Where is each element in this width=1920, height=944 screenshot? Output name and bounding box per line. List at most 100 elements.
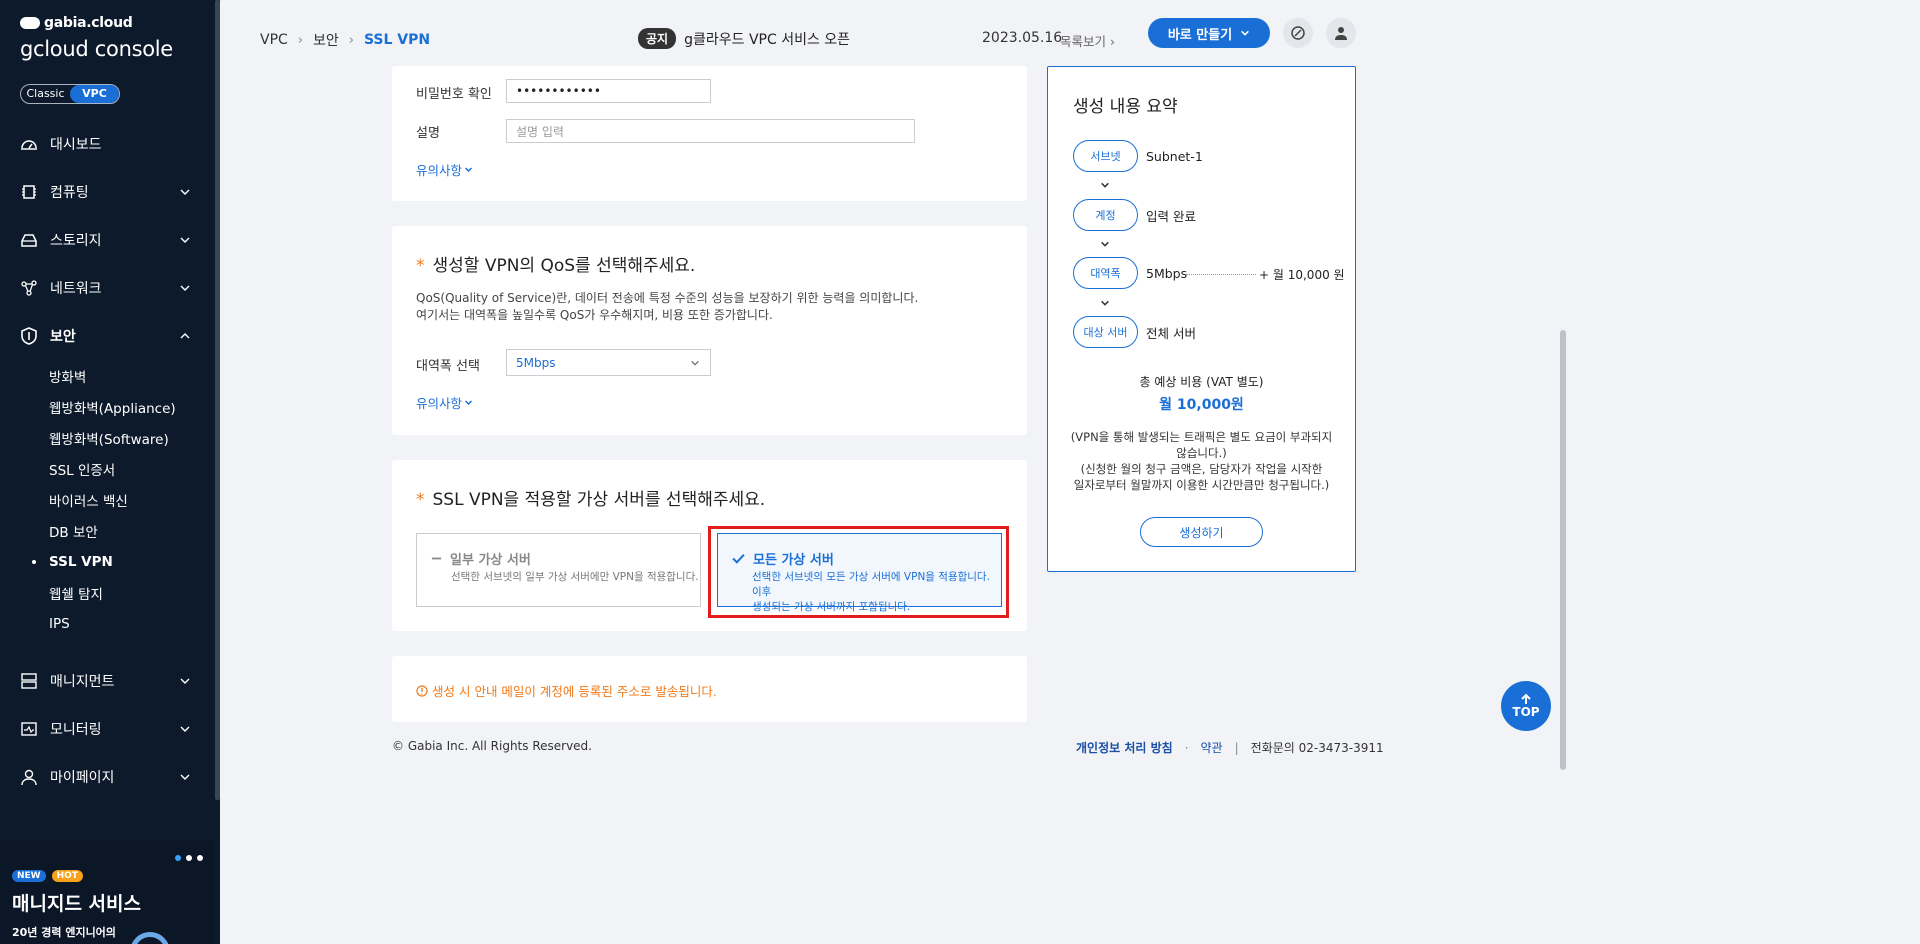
sidebar-item-computing[interactable]: 컴퓨팅 [0,168,215,216]
scrollbar-thumb[interactable] [1560,330,1566,770]
toggle-vpc[interactable]: VPC [70,85,119,103]
total-cost-label: 총 예상 비용 (VAT 별도) [1139,375,1264,389]
footer-links: 개인정보 처리 방침 · 약관 | 전화문의 02-3473-3911 [1076,739,1384,756]
terms-link[interactable]: 약관 [1201,739,1223,756]
brand-small-text: gabia.cloud [44,15,133,31]
breadcrumb: VPC › 보안 › SSL VPN [260,30,430,50]
security-submenu: 방화벽 웹방화벽(Appliance) 웹방화벽(Software) SSL 인… [0,360,215,639]
notice-text[interactable]: g클라우드 VPC 서비스 오픈 [684,29,850,49]
toggle-classic[interactable]: Classic [21,85,70,103]
sidebar-subitem-waf-appliance[interactable]: 웹방화벽(Appliance) [49,391,215,422]
sidebar-item-label: 보안 [50,329,76,345]
create-button[interactable]: 생성하기 [1140,517,1263,547]
summary-title: 생성 내용 요약 [1073,97,1178,117]
server-section-title: * SSL VPN을 적용할 가상 서버를 선택해주세요. [416,485,765,510]
notice-list-link[interactable]: 목록보기 › [1060,31,1115,50]
sidebar-item-label: 네트워크 [50,281,102,297]
pw-confirm-input[interactable]: •••••••••••• [506,79,711,103]
sidebar-subitem-webshell[interactable]: 웹쉘 탐지 [49,577,215,608]
breadcrumb-item[interactable]: VPC [260,32,288,48]
summary-step: 계정 입력 완료 [1073,199,1196,231]
sidebar-item-network[interactable]: 네트워크 [0,264,215,312]
dashboard-icon [20,135,38,153]
sidebar-item-monitoring[interactable]: 모니터링 [0,705,215,753]
option-partial-servers[interactable]: 일부 가상 서버 선택한 서브넷의 일부 가상 서버에만 VPN을 적용합니다. [416,533,701,607]
option-partial-title: 일부 가상 서버 [431,549,531,568]
summary-panel: 생성 내용 요약 서브넷 Subnet-1 계정 입력 완료 대역폭 5Mbps… [1047,66,1356,572]
summary-step: 대상 서버 전체 서버 [1073,316,1196,348]
billing-note-line2: 일자로부터 월말까지 이용한 시간만큼만 청구됩니다.) [1073,478,1330,492]
footer-separator-dot: · [1184,740,1189,755]
notice-bar[interactable]: 공지 g클라우드 VPC 서비스 오픈 [638,28,850,49]
contact-phone: 전화문의 02-3473-3911 [1250,741,1384,755]
bandwidth-label: 대역폭 선택 [416,359,480,374]
chevron-down-icon [464,400,473,406]
scroll-top-button[interactable]: TOP [1501,681,1551,731]
chevron-down-icon [180,237,190,243]
qos-description-1: QoS(Quality of Service)란, 데이터 전송에 특정 수준의… [416,291,919,305]
sidebar-subitem-ssl-cert[interactable]: SSL 인증서 [49,453,215,484]
profile-button[interactable] [1326,18,1356,48]
description-label: 설명 [416,126,440,141]
breadcrumb-item[interactable]: 보안 [313,30,339,50]
sidebar-item-security[interactable]: 보안 [0,312,215,360]
brand-logo-small[interactable]: gabia.cloud [20,15,133,31]
quick-create-button[interactable]: 바로 만들기 [1148,18,1270,48]
sidebar-subitem-ips[interactable]: IPS [49,608,215,639]
qos-card: * 생성할 VPN의 QoS를 선택해주세요. QoS(Quality of Se… [392,226,1027,435]
chat-button[interactable] [1283,18,1313,48]
carousel-dot[interactable] [175,855,181,861]
server-title-text: SSL VPN을 적용할 가상 서버를 선택해주세요. [432,490,766,510]
promo-title: 매니지드 서비스 [12,893,141,915]
notice-badge: 공지 [638,28,677,49]
description-input[interactable]: 설명 입력 [506,119,915,143]
traffic-note: (VPN을 통해 발생되는 트래픽은 별도 요금이 부과되지 않습니다.) (신… [1068,429,1335,493]
traffic-note-line1: (VPN을 통해 발생되는 트래픽은 별도 요금이 부과되지 [1070,430,1333,444]
account-card: 비밀번호 확인 •••••••••••• 설명 설명 입력 유의사항 [392,66,1027,201]
summary-step: 대역폭 5Mbps [1073,257,1187,289]
footer-separator-bar: | [1234,740,1239,755]
required-star: * [416,256,425,276]
sidebar-item-dashboard[interactable]: 대시보드 [0,120,215,168]
brand-title[interactable]: gcloud console [20,37,173,61]
caution-link[interactable]: 유의사항 [416,160,473,179]
sidebar-item-management[interactable]: 매니지먼트 [0,657,215,705]
chip-icon [20,183,38,201]
notice-more-label: 목록보기 [1060,34,1107,49]
sidebar: gabia.cloud gcloud console Classic VPC 대… [0,0,220,944]
classic-vpc-toggle[interactable]: Classic VPC [20,84,120,104]
sidebar-item-mypage[interactable]: 마이페이지 [0,753,215,801]
carousel-dot[interactable] [186,855,192,861]
privacy-policy-link[interactable]: 개인정보 처리 방침 [1076,739,1173,756]
chevron-up-icon [180,333,190,339]
qos-section-title: * 생성할 VPN의 QoS를 선택해주세요. [416,251,695,276]
summary-step-value: Subnet-1 [1146,148,1203,164]
bandwidth-select[interactable]: 5Mbps [506,349,711,376]
breadcrumb-separator-icon: › [297,32,303,48]
sidebar-subitem-ssl-vpn[interactable]: SSL VPN [32,546,215,577]
info-icon [416,684,428,697]
summary-step-pill: 계정 [1073,199,1138,231]
carousel-dot[interactable] [197,855,203,861]
right-blank-area [1568,0,1920,944]
carousel-dots[interactable] [175,855,203,861]
user-icon [1335,27,1347,40]
sidebar-subitem-antivirus[interactable]: 바이러스 백신 [49,484,215,515]
sidebar-subitem-waf-software[interactable]: 웹방화벽(Software) [49,422,215,453]
sidebar-subitem-firewall[interactable]: 방화벽 [49,360,215,391]
dash-icon [431,557,442,560]
caution-link[interactable]: 유의사항 [416,393,473,412]
shield-icon [20,327,38,345]
bandwidth-price: + 월 10,000 원 [1259,268,1345,282]
sidebar-subitem-db-security[interactable]: DB 보안 [49,515,215,546]
page-scrollbar[interactable] [1558,0,1568,944]
caution-link-label: 유의사항 [416,163,463,178]
chevron-down-icon [180,774,190,780]
chevron-down-icon [464,167,473,173]
chevron-right-icon: › [1110,34,1115,49]
scroll-top-label: TOP [1512,705,1540,719]
billing-note-line1: (신청한 월의 청구 금액은, 담당자가 작업을 시작한 [1080,462,1323,476]
chevron-down-icon [691,360,699,366]
sidebar-scrollbar[interactable] [215,0,220,800]
sidebar-item-storage[interactable]: 스토리지 [0,216,215,264]
